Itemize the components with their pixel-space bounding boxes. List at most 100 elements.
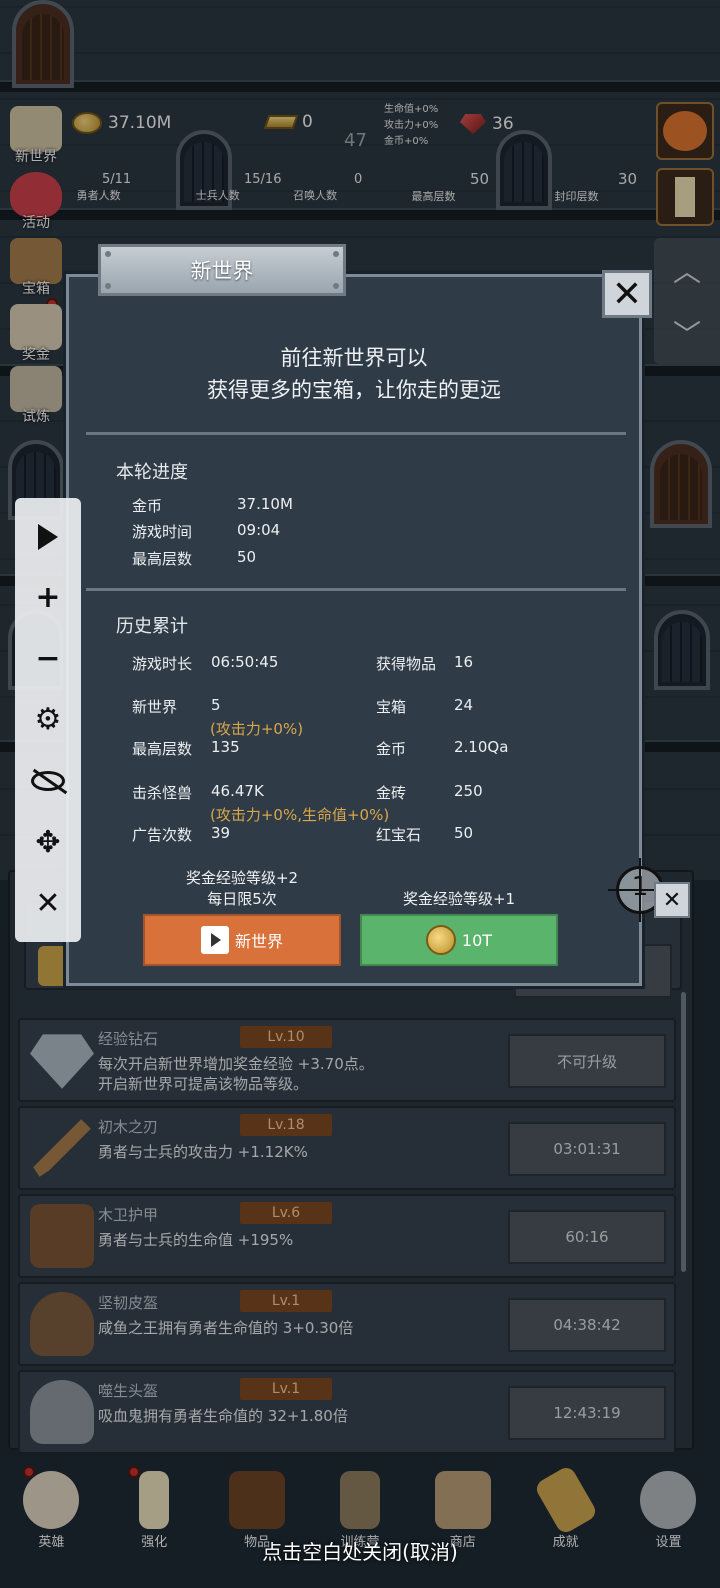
- sealed-floor-label: 封印层数: [554, 190, 599, 203]
- stat-bonus-list: 生命值+0% 攻击力+0% 金币+0%: [384, 102, 438, 150]
- history-playtime-label: 游戏时长: [132, 655, 193, 673]
- history-chest-value: 24: [454, 696, 474, 714]
- book-icon: [229, 1471, 286, 1529]
- chevron-up-icon[interactable]: ︿: [673, 250, 701, 290]
- history-items-value: 16: [454, 653, 474, 671]
- newworld-bonus: (攻击力+0%): [210, 720, 304, 738]
- diamond-icon: [30, 1034, 94, 1089]
- upgrade-timer-button[interactable]: 03:01:31: [508, 1122, 666, 1176]
- zoom-out-button[interactable]: −: [28, 639, 68, 679]
- history-maxfloor-value: 135: [211, 738, 240, 756]
- list-item: 木卫护甲 Lv.6 勇者与士兵的生命值 +195% 60:16: [18, 1194, 676, 1278]
- history-ads-value: 39: [211, 824, 231, 842]
- play-button[interactable]: [28, 517, 68, 557]
- side-events-label: 活动: [22, 215, 50, 231]
- round-time-label: 游戏时间: [132, 523, 193, 541]
- history-newworld-label: 新世界: [132, 698, 178, 716]
- close-hint[interactable]: 点击空白处关闭(取消): [0, 1536, 720, 1565]
- list-item: 经验钻石 Lv.10 每次开启新世界增加奖金经验 +3.70点。 开启新世界可提…: [18, 1018, 676, 1102]
- history-ruby-label: 红宝石: [376, 826, 422, 844]
- upgrade-timer-button[interactable]: 12:43:19: [508, 1386, 666, 1440]
- ad-daily-limit: 每日限5次: [207, 890, 277, 908]
- hero-count: 5/11 勇者人数: [66, 172, 132, 203]
- iron-helmet-icon: [30, 1380, 94, 1444]
- kills-bonus: (攻击力+0%,生命值+0%): [210, 806, 390, 824]
- max-floor-value: 50: [470, 170, 490, 188]
- key-icon: [532, 1464, 599, 1536]
- item-level-badge: Lv.1: [240, 1290, 332, 1312]
- pumpkin-icon: [663, 111, 707, 151]
- item-level-badge: Lv.6: [240, 1202, 332, 1224]
- rivet: [105, 251, 111, 257]
- dungeon-window: [654, 610, 710, 690]
- settings-button[interactable]: ⚙: [28, 700, 68, 740]
- lantern-icon: [339, 1471, 380, 1529]
- chevron-down-icon[interactable]: ﹀: [673, 313, 701, 353]
- modal-desc-line2: 获得更多的宝箱，让你走的更远: [207, 378, 501, 402]
- history-gold-value: 2.10Qa: [454, 738, 509, 756]
- history-ruby-value: 50: [454, 824, 474, 842]
- side-events[interactable]: 活动: [4, 166, 68, 232]
- round-gold-value: 37.10M: [237, 495, 293, 513]
- history-ads-label: 广告次数: [132, 826, 193, 844]
- sealed-floor-value: 30: [618, 170, 638, 188]
- history-gold-label: 金币: [376, 740, 407, 758]
- rivet: [333, 251, 339, 257]
- history-maxfloor-label: 最高层数: [132, 740, 193, 758]
- summon-count: 0 召唤人数: [268, 172, 362, 203]
- hp-bonus: 生命值+0%: [384, 104, 439, 115]
- video-icon: [200, 926, 229, 954]
- candle-button[interactable]: [656, 168, 714, 226]
- sealed-floor: 30 封印层数: [516, 170, 638, 204]
- ad-button-note: 奖金经验等级+2 每日限5次: [143, 868, 341, 910]
- pay-new-world-button[interactable]: 10T: [360, 914, 558, 966]
- history-items-label: 获得物品: [376, 655, 437, 673]
- side-chest-label: 宝箱: [22, 281, 50, 297]
- history-kills-value: 46.47K: [211, 782, 264, 800]
- current-floor-value: 47: [344, 130, 367, 151]
- gold-bar-counter: 0: [263, 112, 313, 132]
- move-button[interactable]: ✥: [28, 822, 68, 862]
- side-bonus[interactable]: 奖金: [4, 298, 68, 364]
- max-floor: 50 最高层数: [378, 170, 490, 204]
- pumpkin-event-button[interactable]: [656, 102, 714, 160]
- soldier-count-value: 15/16: [244, 172, 282, 187]
- gold-coin-icon: [425, 925, 456, 955]
- items-scrollbar[interactable]: [681, 992, 686, 1272]
- hero-count-label: 勇者人数: [76, 189, 121, 202]
- rivet: [333, 283, 339, 289]
- gold-bar-icon: [263, 115, 299, 129]
- item-name: 经验钻石: [98, 1030, 159, 1048]
- item-description: 每次开启新世界增加奖金经验 +3.70点。 开启新世界可提高该物品等级。: [98, 1055, 374, 1093]
- gold-counter: 37.10M: [72, 112, 171, 134]
- upgrade-timer-button[interactable]: 60:16: [508, 1210, 666, 1264]
- gold-bonus: 金币+0%: [384, 136, 429, 147]
- side-trial[interactable]: 试炼: [4, 360, 68, 426]
- soldier-count-label: 士兵人数: [195, 189, 240, 202]
- upgrade-timer-button[interactable]: 04:38:42: [508, 1298, 666, 1352]
- move-icon: ✥: [35, 824, 61, 860]
- side-chest[interactable]: 宝箱: [4, 232, 68, 298]
- summon-count-value: 0: [354, 172, 363, 187]
- close-button[interactable]: ✕: [602, 270, 652, 318]
- zoom-in-button[interactable]: +: [28, 578, 68, 618]
- close-icon: ✕: [662, 887, 682, 913]
- watch-ad-new-world-button[interactable]: 新世界: [143, 914, 341, 966]
- history-goldbar-value: 250: [454, 782, 483, 800]
- ruby-counter: 36: [460, 114, 514, 134]
- item-name: 木卫护甲: [98, 1206, 159, 1224]
- mug-icon: [434, 1471, 491, 1529]
- upgrade-button[interactable]: 不可升级: [508, 1034, 666, 1088]
- history-newworld-value: 5: [211, 696, 221, 714]
- gear-icon: [640, 1471, 697, 1529]
- round-floor-label: 最高层数: [132, 550, 193, 568]
- list-item: 坚韧皮盔 Lv.1 咸鱼之王拥有勇者生命值的 3+0.30倍 04:38:42: [18, 1282, 676, 1366]
- candle-icon: [139, 1471, 170, 1529]
- panel-close-button[interactable]: ✕: [654, 882, 690, 918]
- item-description: 吸血鬼拥有勇者生命值的 32+1.80倍: [98, 1407, 348, 1425]
- hide-button[interactable]: [28, 761, 68, 801]
- toolbar-close-button[interactable]: ✕: [28, 883, 68, 923]
- side-new-world[interactable]: 新世界: [4, 100, 68, 166]
- modal-desc-line1: 前往新世界可以: [280, 346, 428, 370]
- armor-icon: [30, 1204, 94, 1268]
